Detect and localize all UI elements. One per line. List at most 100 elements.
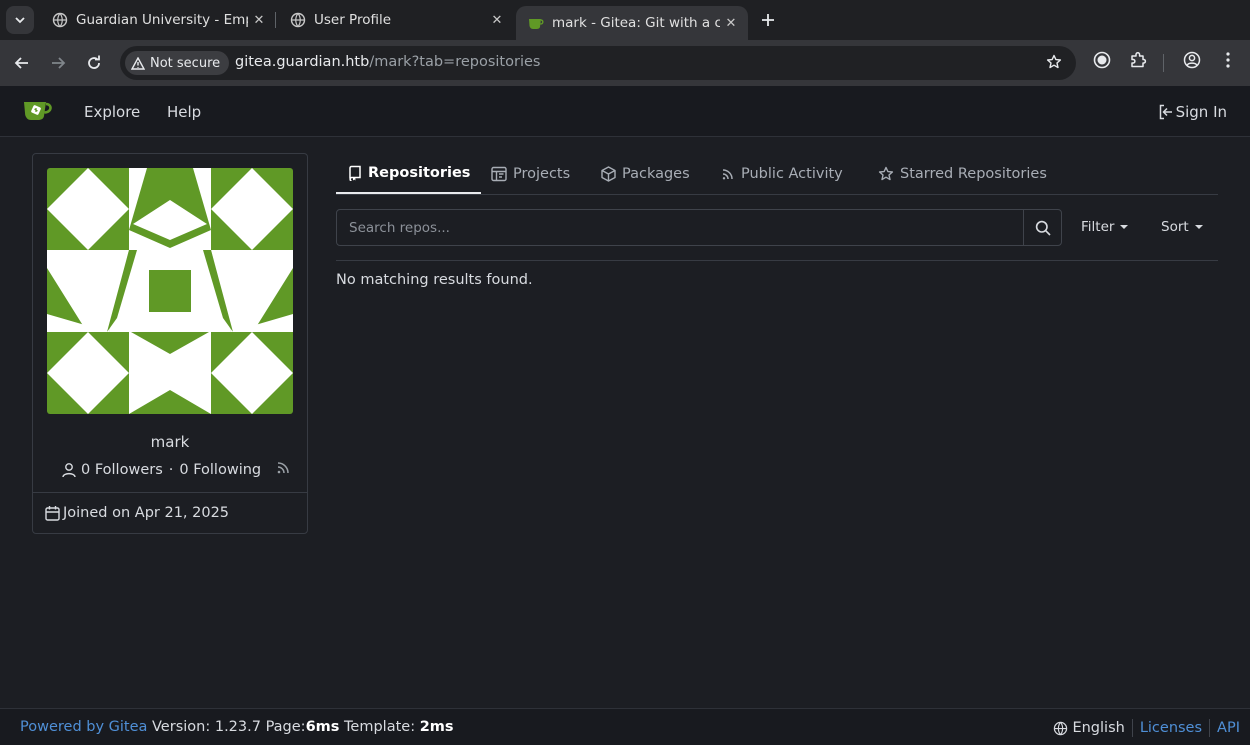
- rss-feed-icon[interactable]: [275, 460, 291, 480]
- tab-public-activity[interactable]: Public Activity: [721, 154, 843, 194]
- reload-button[interactable]: [80, 49, 108, 77]
- profile-username: mark: [150, 433, 190, 451]
- rss-icon: [722, 169, 733, 180]
- followers-link[interactable]: 0 Followers: [81, 462, 163, 478]
- globe-icon: [290, 12, 306, 28]
- tab-starred[interactable]: Starred Repositories: [878, 154, 1047, 194]
- browser-toolbar: Not secure gitea.guardian.htb/mark?tab=r…: [0, 40, 1250, 86]
- new-tab-button[interactable]: [756, 8, 780, 32]
- plus-icon: [762, 14, 774, 26]
- person-icon: [62, 463, 76, 478]
- sign-in-icon: [1159, 104, 1172, 120]
- tab-separator: [275, 12, 276, 28]
- gitea-logo-icon[interactable]: [22, 99, 54, 125]
- profile-account-icon[interactable]: [1183, 51, 1201, 73]
- sign-in-link[interactable]: Sign In: [1159, 103, 1227, 121]
- tab-title: Guardian University - Emp: [76, 12, 248, 28]
- gitea-favicon-icon: [528, 15, 544, 31]
- close-icon[interactable]: ✕: [486, 9, 508, 31]
- extension-record-icon[interactable]: [1093, 51, 1111, 73]
- powered-by-link[interactable]: Powered by Gitea: [20, 719, 147, 735]
- page-time: 6ms: [305, 719, 340, 735]
- nav-explore[interactable]: Explore: [84, 103, 140, 121]
- repo-search: [336, 209, 1062, 246]
- footer-separator: [1209, 719, 1211, 737]
- project-icon: [491, 166, 507, 182]
- star-icon: [878, 166, 894, 181]
- tab-repositories-label: Repositories: [368, 165, 471, 181]
- tab-repositories[interactable]: Repositories: [336, 154, 482, 194]
- caret-down-icon: [1194, 225, 1203, 229]
- follow-stats: 0 Followers · 0 Following: [61, 460, 291, 480]
- security-chip[interactable]: Not secure: [125, 51, 230, 75]
- site-footer: Powered by Gitea Version: 1.23.7 Page:6m…: [0, 708, 1250, 745]
- url-text[interactable]: gitea.guardian.htb/mark?tab=repositories: [235, 54, 540, 70]
- results-divider: [336, 260, 1218, 261]
- tab-starred-label: Starred Repositories: [900, 166, 1047, 182]
- card-divider: [33, 492, 307, 493]
- security-label: Not secure: [150, 55, 221, 71]
- caret-down-icon: [1120, 225, 1129, 229]
- licenses-link[interactable]: Licenses: [1140, 720, 1202, 736]
- page-label: Page:: [265, 719, 306, 735]
- url-path: /mark?tab=repositories: [369, 54, 541, 70]
- reload-icon: [88, 55, 100, 69]
- back-button[interactable]: [8, 49, 36, 77]
- tab-packages[interactable]: Packages: [601, 154, 690, 194]
- version-value: 1.23.7: [214, 719, 261, 735]
- language-label: English: [1072, 720, 1125, 736]
- chevron-down-icon: [15, 17, 25, 24]
- joined-date: Joined on Apr 21, 2025: [45, 505, 229, 521]
- search-button[interactable]: [1023, 210, 1061, 245]
- tab-packages-label: Packages: [622, 166, 690, 182]
- close-icon[interactable]: ✕: [248, 9, 270, 31]
- close-icon[interactable]: ✕: [720, 12, 742, 34]
- browser-tab-user-profile[interactable]: User Profile ✕: [278, 6, 514, 34]
- arrow-right-icon: [52, 57, 66, 69]
- follow-separator: ·: [168, 462, 174, 478]
- bookmark-star-icon[interactable]: [1046, 54, 1062, 74]
- filter-label: Filter: [1081, 219, 1115, 235]
- more-menu-icon[interactable]: [1219, 51, 1237, 73]
- extensions-puzzle-icon[interactable]: [1129, 51, 1147, 73]
- empty-results-message: No matching results found.: [336, 272, 533, 288]
- tab-search-button[interactable]: [6, 6, 34, 34]
- browser-tab-gitea[interactable]: mark - Gitea: Git with a cu ✕: [516, 6, 748, 40]
- site-header: Explore Help Sign In: [0, 86, 1250, 137]
- arrow-left-icon: [14, 57, 28, 69]
- sort-label: Sort: [1161, 219, 1189, 235]
- url-host: gitea.guardian.htb: [235, 54, 370, 70]
- toolbar-separator: [1163, 54, 1164, 72]
- filter-dropdown[interactable]: Filter: [1081, 219, 1129, 235]
- nav-help[interactable]: Help: [167, 103, 201, 121]
- package-icon: [601, 166, 616, 182]
- language-selector[interactable]: English: [1053, 720, 1125, 736]
- globe-icon: [52, 12, 68, 28]
- footer-links: English Licenses API: [1053, 719, 1240, 737]
- sort-dropdown[interactable]: Sort: [1161, 219, 1203, 235]
- joined-text: Joined on Apr 21, 2025: [63, 505, 230, 521]
- footer-separator: [1131, 719, 1133, 737]
- repo-icon: [349, 165, 361, 181]
- template-time: 2ms: [419, 719, 454, 735]
- version-label: Version:: [152, 719, 211, 735]
- warning-icon: [131, 56, 145, 70]
- template-label: Template:: [344, 719, 416, 735]
- calendar-icon: [45, 506, 60, 521]
- api-link[interactable]: API: [1217, 720, 1240, 736]
- tab-projects[interactable]: Projects: [491, 154, 570, 194]
- profile-tabs: Repositories Projects Packages Public Ac…: [336, 154, 1218, 195]
- tab-projects-label: Projects: [513, 166, 571, 182]
- following-link[interactable]: 0 Following: [179, 462, 261, 478]
- globe-icon: [1054, 721, 1068, 735]
- tab-public-activity-label: Public Activity: [741, 166, 843, 182]
- profile-card: mark 0 Followers · 0 Following Joined on…: [32, 153, 308, 534]
- address-bar[interactable]: Not secure gitea.guardian.htb/mark?tab=r…: [120, 46, 1076, 80]
- browser-tab-guardian[interactable]: Guardian University - Emp ✕: [40, 6, 276, 34]
- browser-tabstrip: Guardian University - Emp ✕ User Profile…: [0, 0, 1250, 40]
- sign-in-label: Sign In: [1175, 103, 1227, 121]
- forward-button[interactable]: [44, 49, 72, 77]
- footer-info: Powered by Gitea Version: 1.23.7 Page:6m…: [20, 719, 454, 735]
- tab-title: User Profile: [314, 12, 392, 28]
- search-input[interactable]: [337, 210, 1024, 245]
